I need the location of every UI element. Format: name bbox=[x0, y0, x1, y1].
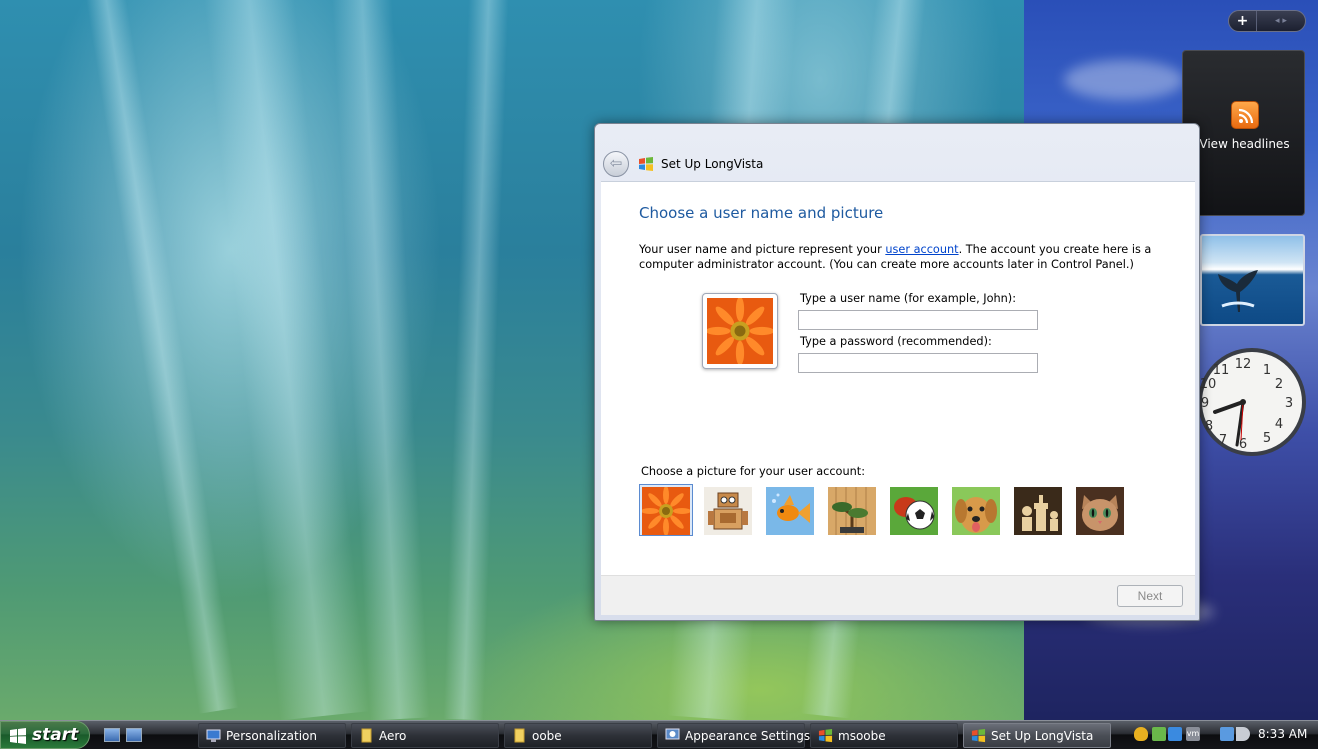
picture-option-robot[interactable] bbox=[701, 484, 755, 536]
robot-picture bbox=[704, 487, 752, 535]
taskbar-button-label: oobe bbox=[532, 729, 562, 743]
chess-picture bbox=[1014, 487, 1062, 535]
picture-list bbox=[639, 484, 1135, 536]
taskbar-button-personalization[interactable]: Personalization bbox=[198, 723, 346, 748]
folder-icon bbox=[514, 728, 525, 743]
taskbar-button-label: Aero bbox=[379, 729, 407, 743]
soccer-ball-picture bbox=[890, 487, 938, 535]
taskbar-button-appearance-settings[interactable]: Appearance Settings bbox=[657, 723, 810, 748]
rss-icon bbox=[1231, 101, 1259, 129]
picture-option-soccer-ball[interactable] bbox=[887, 484, 941, 536]
clock-number: 4 bbox=[1275, 417, 1283, 432]
security-shield-icon[interactable] bbox=[1134, 727, 1148, 741]
taskbar-button-msoobe[interactable]: msoobe bbox=[810, 723, 958, 748]
clock-gadget[interactable]: 12 1 2 3 4 5 6 7 8 9 10 11 bbox=[1197, 340, 1307, 464]
dialog-footer: Next bbox=[601, 575, 1195, 615]
user-account-link[interactable]: user account bbox=[885, 243, 958, 256]
appearance-icon bbox=[665, 728, 680, 740]
windows-logo-icon bbox=[639, 157, 653, 171]
back-arrow-icon: ⇦ bbox=[609, 154, 623, 172]
whale-tail-image bbox=[1218, 270, 1258, 312]
add-gadget-icon[interactable]: + bbox=[1229, 11, 1257, 31]
flower-picture bbox=[642, 487, 690, 535]
network-icon[interactable] bbox=[1220, 727, 1234, 741]
clock-number: 9 bbox=[1201, 396, 1209, 411]
taskbar-button-label: Set Up LongVista bbox=[991, 729, 1094, 743]
slideshow-gadget[interactable] bbox=[1200, 234, 1305, 326]
clock-number: 2 bbox=[1275, 377, 1283, 392]
gadget-toolbar: + ◂ ▸ bbox=[1228, 10, 1306, 32]
flower-picture bbox=[705, 296, 775, 366]
update-check-icon[interactable] bbox=[1152, 727, 1166, 741]
password-label: Type a password (recommended): bbox=[800, 335, 992, 348]
clock-number: 11 bbox=[1213, 363, 1230, 378]
personalization-icon bbox=[206, 729, 221, 742]
username-input[interactable] bbox=[798, 310, 1038, 330]
volume-icon[interactable] bbox=[1236, 727, 1250, 741]
gadget-nav-arrows-icon[interactable]: ◂ ▸ bbox=[1257, 16, 1305, 26]
goldfish-picture bbox=[766, 487, 814, 535]
taskbar-button-set-up-longvista[interactable]: Set Up LongVista bbox=[963, 723, 1111, 748]
page-heading: Choose a user name and picture bbox=[639, 204, 884, 222]
dialog-content: Choose a user name and picture Your user… bbox=[601, 181, 1195, 575]
password-input[interactable] bbox=[798, 353, 1038, 373]
back-button[interactable]: ⇦ bbox=[603, 151, 629, 177]
clock-number: 6 bbox=[1239, 437, 1247, 452]
clock-number: 7 bbox=[1219, 433, 1227, 448]
taskbar-clock[interactable]: 8:33 AM bbox=[1258, 727, 1307, 741]
show-desktop-icon[interactable] bbox=[104, 728, 120, 742]
taskbar-button-label: Personalization bbox=[226, 729, 317, 743]
clock-number: 12 bbox=[1235, 357, 1252, 372]
taskbar-button-label: Appearance Settings bbox=[685, 729, 811, 743]
taskbar-button-aero[interactable]: Aero bbox=[351, 723, 499, 748]
kitten-picture bbox=[1076, 487, 1124, 535]
username-label: Type a user name (for example, John): bbox=[800, 292, 1017, 305]
clock-number: 1 bbox=[1263, 363, 1271, 378]
picture-option-kitten[interactable] bbox=[1073, 484, 1127, 536]
dialog-title: Set Up LongVista bbox=[661, 157, 764, 171]
intro-text-part: Your user name and picture represent you… bbox=[639, 243, 886, 256]
taskbar: start Personalization Aero oobe Appearan… bbox=[0, 720, 1318, 749]
start-button[interactable]: start bbox=[0, 721, 90, 749]
windows-flag-icon bbox=[10, 728, 26, 744]
picture-option-bonsai[interactable] bbox=[825, 484, 879, 536]
bonsai-picture bbox=[828, 487, 876, 535]
network-status-icon[interactable] bbox=[1168, 727, 1182, 741]
clock-number: 10 bbox=[1200, 377, 1217, 392]
vmware-icon[interactable]: vm bbox=[1186, 727, 1200, 741]
switch-windows-icon[interactable] bbox=[126, 728, 142, 742]
picture-option-chess[interactable] bbox=[1011, 484, 1065, 536]
feed-headlines-gadget[interactable]: View headlines bbox=[1182, 50, 1305, 216]
clock-number: 3 bbox=[1285, 396, 1293, 411]
view-headlines-label[interactable]: View headlines bbox=[1183, 137, 1306, 151]
folder-icon bbox=[361, 728, 372, 743]
windows-icon bbox=[971, 728, 986, 743]
clock-number: 8 bbox=[1205, 419, 1213, 434]
setup-dialog: ⇦ Set Up LongVista Choose a user name an… bbox=[594, 123, 1200, 621]
picture-option-dog[interactable] bbox=[949, 484, 1003, 536]
taskbar-button-oobe[interactable]: oobe bbox=[504, 723, 652, 748]
choose-picture-label: Choose a picture for your user account: bbox=[641, 465, 866, 478]
dog-picture bbox=[952, 487, 1000, 535]
clock-number: 5 bbox=[1263, 431, 1271, 446]
intro-text: Your user name and picture represent you… bbox=[639, 242, 1159, 272]
next-button[interactable]: Next bbox=[1117, 585, 1183, 607]
start-label: start bbox=[32, 725, 79, 745]
taskbar-button-label: msoobe bbox=[838, 729, 886, 743]
dialog-titlebar: ⇦ Set Up LongVista bbox=[601, 150, 1195, 182]
windows-icon bbox=[818, 728, 833, 743]
selected-picture-preview bbox=[702, 293, 778, 369]
picture-option-flower[interactable] bbox=[639, 484, 693, 536]
picture-option-goldfish[interactable] bbox=[763, 484, 817, 536]
wallpaper-streak bbox=[443, 0, 510, 720]
